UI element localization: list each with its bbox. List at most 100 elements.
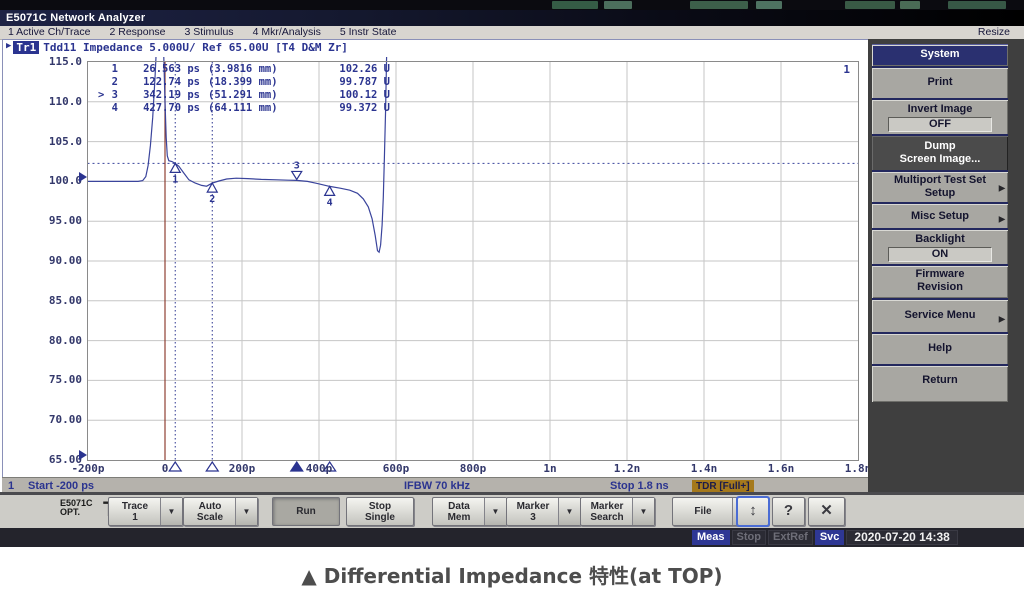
toolbar-button-line: Single xyxy=(347,512,413,523)
svg-text:3: 3 xyxy=(294,160,300,171)
marker-2-sel xyxy=(98,76,106,89)
dropdown-arrow-icon[interactable]: ▼ xyxy=(160,498,182,525)
toolbar-button-trace-1[interactable]: Trace1▼ xyxy=(108,497,183,526)
toolbar-button-line: 1 xyxy=(109,512,161,523)
menu-item-2-response[interactable]: 2 Response xyxy=(109,26,165,39)
instrument-bezel-strip xyxy=(0,0,1024,10)
y-tick-label: 95.00 xyxy=(26,214,82,227)
softkey-label: Dump xyxy=(872,140,1008,153)
logo-opt: OPT. xyxy=(60,508,93,517)
marker-3-val: 100.12 U xyxy=(312,89,390,102)
dropdown-arrow-icon[interactable]: ▼ xyxy=(558,498,580,525)
softkey-invert-image[interactable]: Invert ImageOFF xyxy=(872,98,1008,137)
toolbar-button-label: Trace1 xyxy=(109,498,161,525)
menu-item-1-active-ch-trace[interactable]: 1 Active Ch/Trace xyxy=(8,26,90,39)
toolbar-button-line: Marker xyxy=(507,501,559,512)
ref-level-indicator-icon xyxy=(79,450,87,460)
toolbar-button-label: Run xyxy=(273,498,339,525)
toolbar-button-marker-search[interactable]: MarkerSearch▼ xyxy=(580,497,655,526)
dropdown-arrow-icon[interactable]: ▼ xyxy=(632,498,654,525)
toolbar-button-line: Auto xyxy=(184,501,236,512)
marker-2-val: 99.787 U xyxy=(312,76,390,89)
sweep-start-label: Start -200 ps xyxy=(28,479,94,493)
submenu-arrow-icon: ▶ xyxy=(999,214,1005,223)
toolbar-button-auto-scale[interactable]: AutoScale▼ xyxy=(183,497,258,526)
x-tick-label: 800p xyxy=(443,462,503,475)
submenu-arrow-icon: ▶ xyxy=(999,315,1005,324)
marker-2-n: 2 xyxy=(106,76,118,89)
toolbar-button-label: File xyxy=(673,498,733,525)
channel-number: 1 xyxy=(8,479,14,493)
status-badges: MeasStopExtRefSvc2020-07-20 14:38 xyxy=(692,530,958,545)
app-logo: E5071C OPT. xyxy=(60,499,93,517)
softkey-multiport-test-set-setup[interactable]: Multiport Test SetSetup▶ xyxy=(872,170,1008,204)
softkey-label: Revision xyxy=(872,281,1008,294)
x-tick-label: 600p xyxy=(366,462,426,475)
y-tick-label: 90.00 xyxy=(26,254,82,267)
softkey-label: Print xyxy=(872,76,1008,89)
marker-1-dist: (3.9816 mm) xyxy=(208,63,312,76)
x-tick-label: 200p xyxy=(212,462,272,475)
y-tick-label: 75.00 xyxy=(26,373,82,386)
page: E5071C Network Analyzer 1 Active Ch/Trac… xyxy=(0,0,1024,614)
marker-1-n: 1 xyxy=(106,63,118,76)
softkey-label: Help xyxy=(872,342,1008,355)
sweep-stop-label: Stop 1.8 ns xyxy=(610,479,669,493)
toolbar-button-line: 3 xyxy=(507,512,559,523)
x-tick-label: 1.6n xyxy=(751,462,811,475)
window-title: E5071C Network Analyzer xyxy=(6,12,145,24)
instrument-badge-meas: Meas xyxy=(692,530,730,545)
marker-4-sel xyxy=(98,102,106,115)
softkey-label: Service Menu xyxy=(872,309,1008,322)
updown-arrows-icon-button[interactable]: ↕ xyxy=(737,497,769,526)
toolbar-button-label: AutoScale xyxy=(184,498,236,525)
submenu-arrow-icon: ▶ xyxy=(999,184,1005,193)
marker-3-time: 342.19 ps xyxy=(118,89,200,102)
toolbar-button-stop-single[interactable]: StopSingle xyxy=(346,497,414,526)
dropdown-arrow-icon[interactable]: ▼ xyxy=(235,498,257,525)
marker-3-n: 3 xyxy=(106,89,118,102)
help-button[interactable]: ? xyxy=(772,497,805,526)
trace-start-indicator-icon xyxy=(79,172,87,182)
toolbar-button-data-mem[interactable]: DataMem▼ xyxy=(432,497,507,526)
marker-4-time: 427.70 ps xyxy=(118,102,200,115)
trace-name-badge[interactable]: Tr1 xyxy=(13,41,39,54)
toolbar-button-line: File xyxy=(673,506,733,517)
y-tick-label: 110.0 xyxy=(26,95,82,108)
bezel-photo-artifact xyxy=(845,1,895,9)
toolbar-button-line: Search xyxy=(581,512,633,523)
marker-table-row: 126.563 ps(3.9816 mm)102.26 U xyxy=(98,63,390,76)
window-title-bar: E5071C Network Analyzer xyxy=(0,10,1024,26)
marker-4-dist: (64.111 mm) xyxy=(208,102,312,115)
impedance-chart: 12341 xyxy=(87,57,859,477)
bezel-photo-artifact xyxy=(948,1,1006,9)
bezel-photo-artifact xyxy=(900,1,920,9)
softkey-label: Invert Image xyxy=(872,103,1008,116)
marker-3-sel: > xyxy=(98,89,106,102)
softkey-firmware-revision[interactable]: FirmwareRevision xyxy=(872,264,1008,298)
trace-status-bar: ▶Tr1Tdd11 Impedance 5.000U/ Ref 65.00U [… xyxy=(6,41,348,54)
softkey-label: Firmware xyxy=(872,268,1008,281)
x-tick-label: 1n xyxy=(520,462,580,475)
svg-text:4: 4 xyxy=(327,197,333,208)
softkey-label: Multiport Test Set xyxy=(872,174,1008,187)
y-tick-label: 70.00 xyxy=(26,413,82,426)
marker-1-sel xyxy=(98,63,106,76)
toolbar-button-line: Run xyxy=(273,506,339,517)
menu-item-4-mkr-analysis[interactable]: 4 Mkr/Analysis xyxy=(253,26,321,39)
marker-3-dist: (51.291 mm) xyxy=(208,89,312,102)
x-tick-label: 1.4n xyxy=(674,462,734,475)
toolbar-button-run[interactable]: Run xyxy=(272,497,340,526)
toolbar-button-marker-3[interactable]: Marker3▼ xyxy=(506,497,581,526)
svg-text:1: 1 xyxy=(172,174,178,185)
instrument-badge-svc: Svc xyxy=(815,530,845,545)
softkey-return[interactable]: Return xyxy=(872,364,1008,402)
resize-button[interactable]: Resize xyxy=(978,26,1010,39)
softkey-backlight[interactable]: BacklightON xyxy=(872,228,1008,267)
dropdown-arrow-icon[interactable]: ▼ xyxy=(484,498,506,525)
close-button[interactable]: ✕ xyxy=(808,497,845,526)
menu-item-3-stimulus[interactable]: 3 Stimulus xyxy=(185,26,234,39)
menu-item-5-instr-state[interactable]: 5 Instr State xyxy=(340,26,397,39)
marker-2-time: 122.74 ps xyxy=(118,76,200,89)
softkey-dump-screen-image-[interactable]: DumpScreen Image... xyxy=(872,134,1008,174)
